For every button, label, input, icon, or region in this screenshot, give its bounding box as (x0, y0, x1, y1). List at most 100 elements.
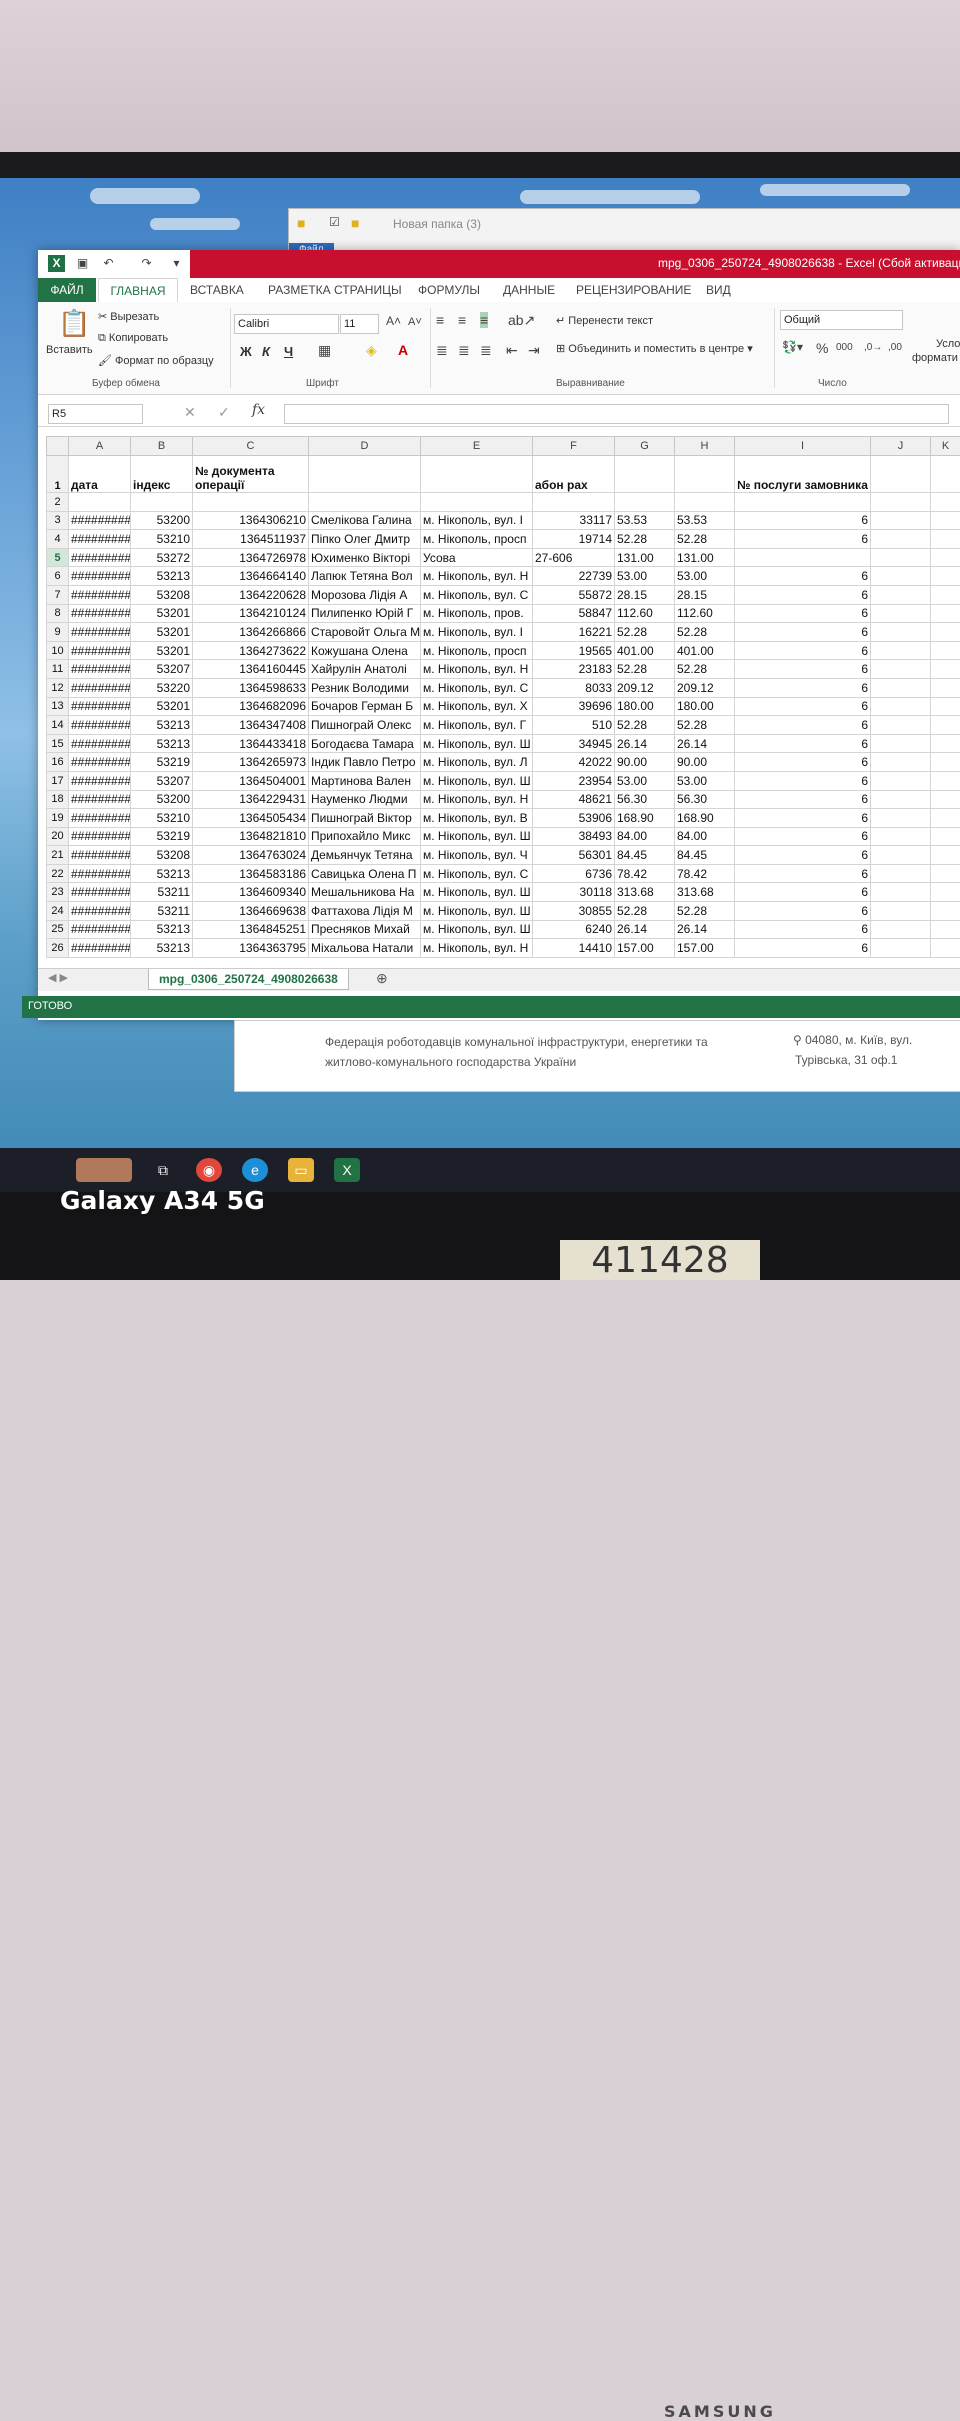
table-cell[interactable]: 157.00 (615, 939, 675, 958)
table-cell[interactable]: ######### (69, 902, 131, 921)
header-cell[interactable]: № документа операції (193, 456, 309, 493)
table-cell[interactable]: 52.28 (675, 530, 735, 549)
table-cell[interactable]: 6 (735, 883, 871, 902)
table-cell[interactable]: Мешальникова На (309, 883, 421, 902)
tab-insert[interactable]: ВСТАВКА (190, 283, 244, 297)
table-cell[interactable]: 53208 (131, 585, 193, 604)
table-cell[interactable]: 1364821810 (193, 827, 309, 846)
increase-indent-icon[interactable]: ⇥ (528, 342, 540, 359)
table-cell[interactable]: 6 (735, 771, 871, 790)
table-cell[interactable]: 168.90 (675, 809, 735, 828)
increase-decimal-icon[interactable]: ,0→ (864, 342, 882, 353)
table-cell[interactable]: 180.00 (675, 697, 735, 716)
orientation-icon[interactable]: ab↗ (508, 312, 535, 329)
tab-view[interactable]: ВИД (706, 283, 731, 297)
table-cell[interactable] (931, 567, 960, 586)
table-cell[interactable]: 1364210124 (193, 604, 309, 623)
table-cell[interactable]: 1364664140 (193, 567, 309, 586)
widgets-icon[interactable] (76, 1158, 132, 1182)
table-cell[interactable]: 53213 (131, 567, 193, 586)
table-cell[interactable]: 1364682096 (193, 697, 309, 716)
table-cell[interactable] (931, 902, 960, 921)
header-cell[interactable]: абон рах (533, 456, 615, 493)
table-cell[interactable]: Науменко Людми (309, 790, 421, 809)
table-cell[interactable]: м. Нікополь, просп (421, 641, 533, 660)
underline-button[interactable]: Ч (284, 344, 293, 359)
table-cell[interactable] (871, 883, 931, 902)
table-cell[interactable]: м. Нікополь, вул. Н (421, 939, 533, 958)
table-cell[interactable]: 1364266866 (193, 623, 309, 642)
table-cell[interactable]: 30118 (533, 883, 615, 902)
add-sheet-icon[interactable]: ⊕ (376, 970, 388, 987)
bold-button[interactable]: Ж (240, 344, 252, 359)
table-cell[interactable]: 510 (533, 716, 615, 735)
table-cell[interactable]: 180.00 (615, 697, 675, 716)
table-cell[interactable]: 28.15 (615, 585, 675, 604)
formula-input[interactable] (284, 404, 949, 424)
row-number[interactable]: 7 (47, 585, 69, 604)
fill-color-icon[interactable]: ◈ (366, 342, 377, 359)
table-cell[interactable] (615, 493, 675, 512)
table-cell[interactable] (871, 939, 931, 958)
table-cell[interactable]: 53200 (131, 511, 193, 530)
table-cell[interactable]: 53213 (131, 920, 193, 939)
table-cell[interactable]: 53906 (533, 809, 615, 828)
table-cell[interactable]: Піпко Олег Дмитр (309, 530, 421, 549)
table-cell[interactable] (871, 511, 931, 530)
table-cell[interactable]: ######### (69, 585, 131, 604)
column-header[interactable]: B (131, 437, 193, 456)
table-cell[interactable]: ######### (69, 697, 131, 716)
table-cell[interactable]: 1364505434 (193, 809, 309, 828)
table-cell[interactable]: ######### (69, 846, 131, 865)
shrink-font-icon[interactable]: A˅ (408, 316, 422, 328)
table-cell[interactable]: Припохайло Микс (309, 827, 421, 846)
table-cell[interactable]: м. Нікополь, вул. С (421, 585, 533, 604)
edge-icon[interactable]: e (242, 1158, 268, 1182)
table-cell[interactable]: 56.30 (615, 790, 675, 809)
table-cell[interactable] (931, 716, 960, 735)
table-cell[interactable]: м. Нікополь, вул. В (421, 809, 533, 828)
table-cell[interactable]: м. Нікополь, вул. Ш (421, 920, 533, 939)
table-cell[interactable]: 26.14 (615, 920, 675, 939)
row-number[interactable]: 3 (47, 511, 69, 530)
table-cell[interactable]: Юхименко Вікторі (309, 548, 421, 567)
cut-button[interactable]: ✂ Вырезать (98, 310, 159, 323)
paste-button[interactable]: Вставить (46, 344, 93, 356)
row-number[interactable]: 4 (47, 530, 69, 549)
table-cell[interactable]: Міхальова Натали (309, 939, 421, 958)
table-cell[interactable] (931, 753, 960, 772)
table-cell[interactable] (871, 809, 931, 828)
table-cell[interactable] (871, 678, 931, 697)
font-name-select[interactable]: Calibri (234, 314, 339, 334)
table-cell[interactable]: 52.28 (675, 623, 735, 642)
table-cell[interactable]: Пишнограй Віктор (309, 809, 421, 828)
table-cell[interactable]: Фаттахова Лідія М (309, 902, 421, 921)
table-cell[interactable] (131, 493, 193, 512)
merge-center-button[interactable]: ⊞ Объединить и поместить в центре ▾ (556, 342, 753, 355)
table-cell[interactable]: 53219 (131, 827, 193, 846)
table-cell[interactable]: Резник Володими (309, 678, 421, 697)
decrease-indent-icon[interactable]: ⇤ (506, 342, 518, 359)
currency-icon[interactable]: 💱▾ (782, 340, 803, 354)
table-cell[interactable]: ######### (69, 511, 131, 530)
row-number[interactable]: 23 (47, 883, 69, 902)
table-cell[interactable]: 78.42 (615, 864, 675, 883)
table-cell[interactable] (871, 771, 931, 790)
conditional-format-label[interactable]: Усло (936, 338, 960, 350)
table-cell[interactable]: 313.68 (675, 883, 735, 902)
table-cell[interactable]: м. Нікополь, вул. Г (421, 716, 533, 735)
column-header[interactable]: J (871, 437, 931, 456)
table-cell[interactable]: 53213 (131, 864, 193, 883)
table-cell[interactable]: м. Нікополь, вул. Х (421, 697, 533, 716)
table-cell[interactable] (931, 864, 960, 883)
align-middle-icon[interactable]: ≡ (458, 312, 466, 328)
table-cell[interactable]: 23954 (533, 771, 615, 790)
table-cell[interactable]: 53207 (131, 660, 193, 679)
number-format-select[interactable]: Общий (780, 310, 903, 330)
table-cell[interactable] (931, 493, 960, 512)
insert-function-icon[interactable]: fx (252, 402, 265, 418)
table-cell[interactable]: ######### (69, 809, 131, 828)
table-cell[interactable]: 19565 (533, 641, 615, 660)
table-cell[interactable]: 53.53 (675, 511, 735, 530)
table-cell[interactable]: 1364763024 (193, 846, 309, 865)
